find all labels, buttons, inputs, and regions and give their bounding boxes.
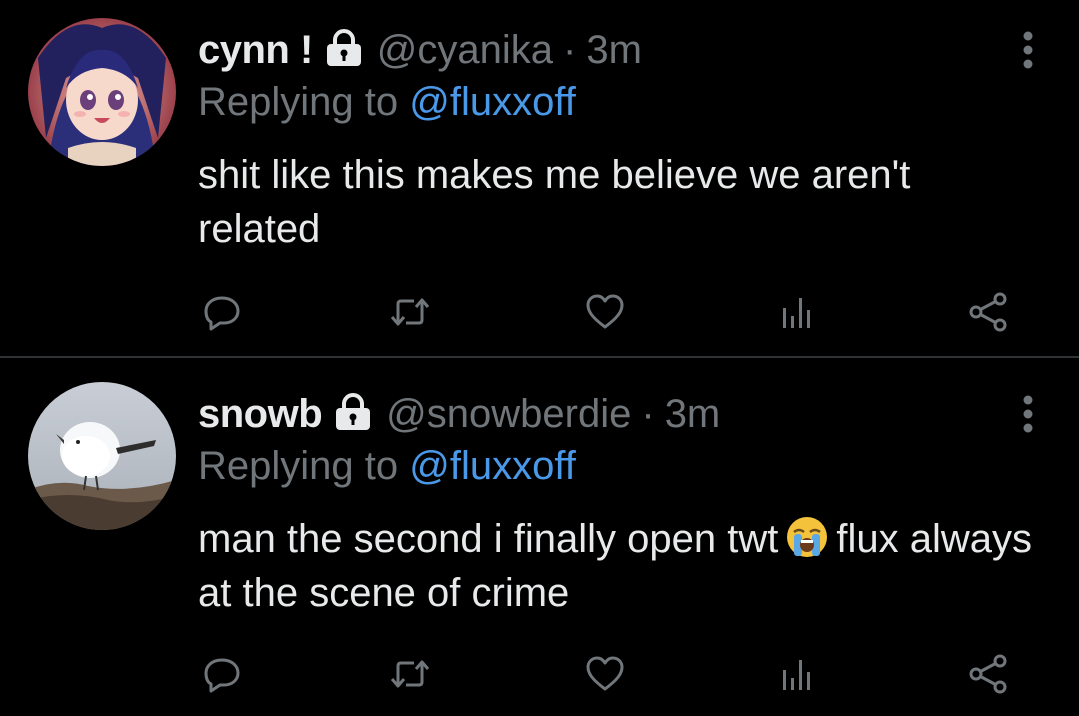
retweet-icon [390, 298, 430, 326]
like-button[interactable] [581, 650, 629, 698]
retweet-button[interactable] [386, 288, 434, 336]
replying-prefix: Replying to [198, 444, 399, 488]
handle[interactable]: @cyanika [377, 28, 553, 73]
tweet-text-part: man the second i finally open twt [198, 517, 779, 561]
lock-icon [332, 392, 374, 432]
heart-icon [586, 294, 624, 329]
share-button[interactable] [964, 288, 1012, 336]
avatar[interactable] [28, 382, 176, 530]
replying-to: Replying to @fluxxoff [198, 80, 576, 125]
share-icon [969, 292, 1007, 332]
tweet-header: cynn ! @cyanika · 3m [198, 24, 642, 76]
tweet-header: snowb @snowberdie · 3m [198, 388, 720, 440]
separator-dot: · [641, 391, 655, 436]
analytics-icon [783, 298, 810, 328]
reply-icon [204, 296, 240, 331]
display-name[interactable]: snowb [198, 392, 323, 437]
analytics-icon [783, 660, 810, 690]
replying-to: Replying to @fluxxoff [198, 444, 576, 489]
tweet-text: man the second i finally open twt flux a… [198, 512, 1038, 620]
tweet[interactable]: cynn ! @cyanika · 3m Replying to @fluxxo… [0, 0, 1079, 356]
share-icon [969, 654, 1007, 694]
timestamp[interactable]: 3m [586, 28, 642, 73]
handle[interactable]: @snowberdie [386, 392, 631, 437]
reply-icon [204, 658, 240, 693]
tweet[interactable]: snowb @snowberdie · 3m Replying to @flux… [0, 358, 1079, 716]
replying-prefix: Replying to [198, 80, 399, 124]
avatar[interactable] [28, 18, 176, 166]
tweet-actions [0, 650, 1079, 698]
display-name[interactable]: cynn ! [198, 28, 313, 73]
reply-button[interactable] [198, 650, 246, 698]
more-vertical-icon[interactable] [1021, 394, 1035, 434]
lock-icon [323, 28, 365, 68]
more-vertical-icon[interactable] [1021, 30, 1035, 70]
separator-dot: · [563, 27, 577, 72]
retweet-icon [390, 660, 430, 688]
analytics-button[interactable] [772, 650, 820, 698]
loudly-crying-face-icon [784, 514, 830, 560]
mention-link[interactable]: @fluxxoff [409, 444, 576, 488]
retweet-button[interactable] [386, 650, 434, 698]
tweet-text: shit like this makes me believe we aren'… [198, 153, 911, 251]
tweet-actions [0, 288, 1079, 336]
like-button[interactable] [581, 288, 629, 336]
mention-link[interactable]: @fluxxoff [409, 80, 576, 124]
reply-button[interactable] [198, 288, 246, 336]
analytics-button[interactable] [772, 288, 820, 336]
timestamp[interactable]: 3m [665, 392, 721, 437]
anime-girl-avatar-icon [28, 18, 176, 166]
share-button[interactable] [964, 650, 1012, 698]
white-bird-avatar-icon [28, 382, 176, 530]
heart-icon [586, 656, 624, 691]
